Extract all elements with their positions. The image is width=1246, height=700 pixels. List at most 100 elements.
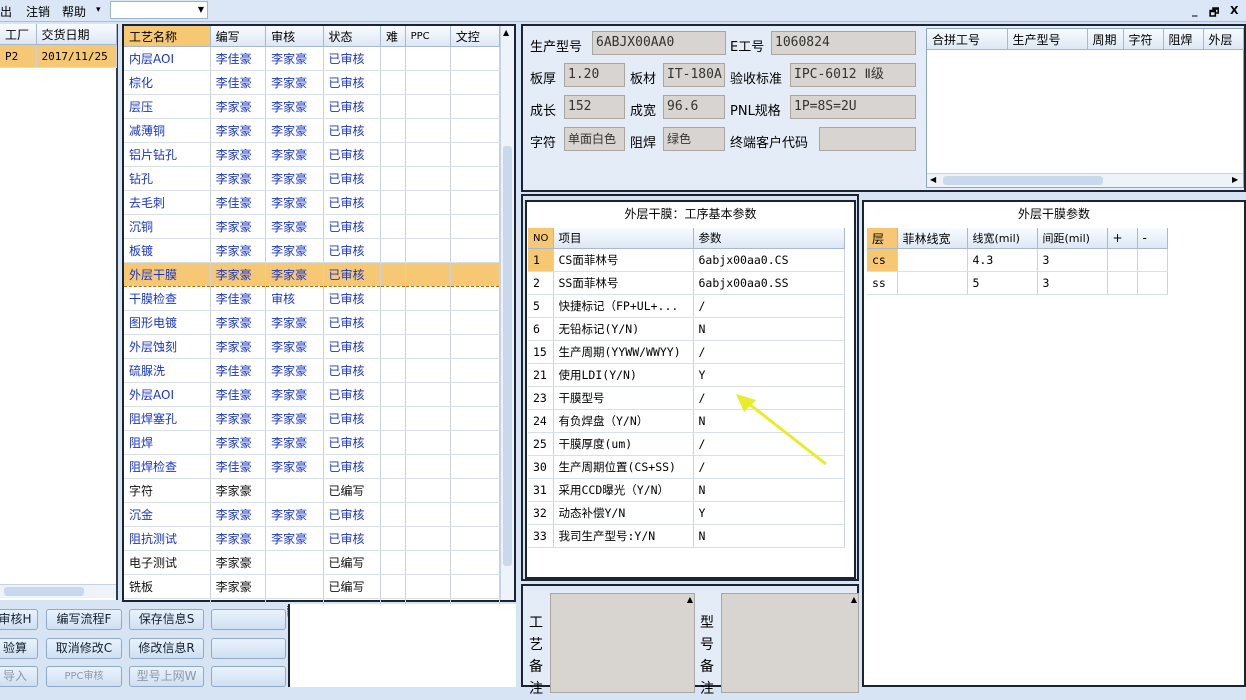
- cell-no[interactable]: 1: [528, 248, 554, 272]
- cell-status[interactable]: 已审核: [323, 166, 381, 191]
- mask-field[interactable]: 绿色: [663, 127, 725, 151]
- cell-difficulty[interactable]: [380, 214, 406, 239]
- table-row[interactable]: 21 使用LDI(Y/N) Y: [528, 363, 845, 387]
- process-grid-scrollbar[interactable]: ▲: [500, 26, 514, 600]
- standard-field[interactable]: IPC-6012 Ⅱ级: [790, 63, 916, 87]
- cell-no[interactable]: 32: [528, 501, 554, 525]
- cell-process-name[interactable]: 外层蚀刻: [124, 334, 211, 359]
- cell-ppc[interactable]: [405, 286, 451, 311]
- cell-ppc[interactable]: [405, 502, 451, 527]
- cell-writer[interactable]: 李家豪: [210, 142, 267, 167]
- table-row[interactable]: 5 快捷标记（FP+UL+... /: [528, 294, 845, 318]
- cell-ppc[interactable]: [405, 118, 451, 143]
- table-row[interactable]: 去毛刺 李佳豪 李家豪 已审核: [124, 190, 501, 215]
- cell-spacing[interactable]: 3: [1037, 248, 1108, 272]
- table-row[interactable]: 铣板 李家豪 已编写: [124, 574, 501, 599]
- cell-value[interactable]: Y: [693, 363, 845, 387]
- cell-no[interactable]: 31: [528, 478, 554, 502]
- cell-difficulty[interactable]: [380, 94, 406, 119]
- ejob-field[interactable]: 1060824: [771, 31, 916, 55]
- cell-doc-control[interactable]: [450, 238, 501, 263]
- col-layer[interactable]: 层: [867, 228, 898, 249]
- cell-doc-control[interactable]: [450, 46, 501, 71]
- cell-ppc[interactable]: [405, 238, 451, 263]
- cell-process-name[interactable]: 外层AOI: [124, 382, 211, 407]
- cell-process-name[interactable]: 字符: [124, 478, 211, 503]
- cell-process-name[interactable]: 阻焊检查: [124, 454, 211, 479]
- cell-ppc[interactable]: [405, 478, 451, 503]
- model-field[interactable]: 6ABJX00AA0: [592, 31, 726, 55]
- col-combine-job[interactable]: 合拼工号: [927, 29, 1008, 50]
- cell-value[interactable]: N: [693, 524, 845, 548]
- cell-doc-control[interactable]: [450, 286, 501, 311]
- cell-doc-control[interactable]: [450, 550, 501, 575]
- table-row[interactable]: 阻焊塞孔 李家豪 李家豪 已审核: [124, 406, 501, 431]
- cell-reviewer[interactable]: 李家豪: [265, 238, 324, 263]
- cell-status[interactable]: 已编写: [323, 478, 381, 503]
- cell-doc-control[interactable]: [450, 502, 501, 527]
- cell-process-name[interactable]: 硫脲洗: [124, 358, 211, 383]
- cell-difficulty[interactable]: [380, 550, 406, 575]
- col-difficulty[interactable]: 难: [380, 26, 406, 47]
- cell-ppc[interactable]: [405, 214, 451, 239]
- cell-item[interactable]: 有负焊盘（Y/N）: [553, 409, 694, 433]
- col-status[interactable]: 状态: [323, 26, 381, 47]
- table-row[interactable]: 字符 李家豪 已编写: [124, 478, 501, 503]
- cell-doc-control[interactable]: [450, 382, 501, 407]
- cell-doc-control[interactable]: [450, 142, 501, 167]
- edit-info-button[interactable]: 修改信息R: [129, 638, 204, 659]
- verify-button[interactable]: 验算: [0, 638, 38, 659]
- cell-reviewer[interactable]: 李家豪: [265, 142, 324, 167]
- pnl-field[interactable]: 1P=8S=2U: [790, 95, 916, 119]
- cell-line-width[interactable]: 4.3: [967, 248, 1038, 272]
- cell-process-name[interactable]: 阻抗测试: [124, 526, 211, 551]
- cell-reviewer[interactable]: 李家豪: [265, 46, 324, 71]
- cell-ppc[interactable]: [405, 526, 451, 551]
- cell-writer[interactable]: 李佳豪: [210, 286, 267, 311]
- menu-exit[interactable]: 出: [0, 3, 12, 20]
- col-spacing[interactable]: 间距(mil): [1037, 228, 1108, 249]
- table-row[interactable]: 1 CS面菲林号 6abjx00aa0.CS: [528, 248, 845, 272]
- cell-status[interactable]: 已审核: [323, 526, 381, 551]
- cell-line-width[interactable]: 5: [967, 271, 1038, 295]
- cell-status[interactable]: 已审核: [323, 94, 381, 119]
- blank-button-1[interactable]: [211, 609, 286, 630]
- cell-process-name[interactable]: 图形电镀: [124, 310, 211, 335]
- col-reviewer[interactable]: 审核: [265, 26, 324, 47]
- cell-difficulty[interactable]: [380, 574, 406, 599]
- combine-hscrollbar[interactable]: ◀ ▶: [927, 173, 1243, 187]
- cell-status[interactable]: 已审核: [323, 382, 381, 407]
- cell-doc-control[interactable]: [450, 358, 501, 383]
- toolbar-combo[interactable]: ▼: [110, 1, 208, 19]
- cell-process-name[interactable]: 去毛刺: [124, 190, 211, 215]
- cell-process-name[interactable]: 干膜检查: [124, 286, 211, 311]
- cell-item[interactable]: 生产周期位置(CS+SS): [553, 455, 694, 479]
- customer-code-field[interactable]: [819, 127, 916, 151]
- cell-layer[interactable]: cs: [867, 248, 898, 272]
- close-icon[interactable]: X: [1230, 4, 1238, 17]
- cell-item[interactable]: 干膜型号: [553, 386, 694, 410]
- col-process-name[interactable]: 工艺名称: [124, 26, 211, 47]
- cell-doc-control[interactable]: [450, 574, 501, 599]
- cell-doc-control[interactable]: [450, 310, 501, 335]
- col-factory[interactable]: 工厂: [0, 24, 37, 45]
- table-row[interactable]: 铝片钻孔 李家豪 李家豪 已审核: [124, 142, 501, 167]
- cell-reviewer[interactable]: 李家豪: [265, 190, 324, 215]
- col-plus[interactable]: +: [1107, 228, 1138, 249]
- cell-value[interactable]: N: [693, 478, 845, 502]
- cancel-edit-button[interactable]: 取消修改C: [46, 638, 122, 659]
- cell-status[interactable]: 已审核: [323, 358, 381, 383]
- length-field[interactable]: 152: [564, 95, 625, 119]
- cell-item[interactable]: 无铅标记(Y/N): [553, 317, 694, 341]
- cell-reviewer[interactable]: 李家豪: [265, 454, 324, 479]
- char-field[interactable]: 单面白色: [564, 127, 625, 151]
- cell-difficulty[interactable]: [380, 502, 406, 527]
- scroll-up-icon[interactable]: ▲: [687, 595, 693, 604]
- cell-status[interactable]: 已编写: [323, 574, 381, 599]
- cell-doc-control[interactable]: [450, 94, 501, 119]
- col-combine-model[interactable]: 生产型号: [1007, 29, 1088, 50]
- cell-ppc[interactable]: [405, 550, 451, 575]
- cell-ppc[interactable]: [405, 190, 451, 215]
- cell-item[interactable]: 动态补偿Y/N: [553, 501, 694, 525]
- cell-ppc[interactable]: [405, 334, 451, 359]
